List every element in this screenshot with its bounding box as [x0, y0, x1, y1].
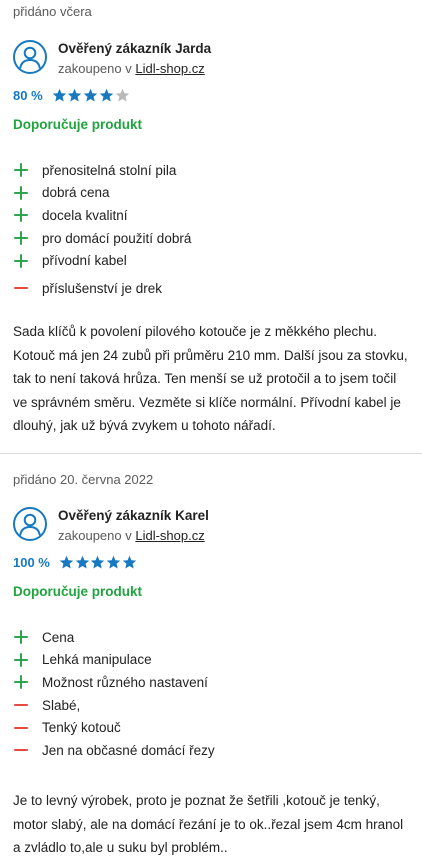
- con-item: Slabé,: [13, 694, 215, 717]
- review-divider: [0, 453, 422, 454]
- user-avatar-icon: [13, 40, 47, 74]
- pros-cons-list: přenositelná stolní pila dobrá cena doce…: [13, 159, 191, 300]
- rating-percent: 100 %: [13, 555, 50, 570]
- pro-item: docela kvalitní: [13, 204, 191, 227]
- star-rating: [52, 88, 131, 103]
- pro-item: pro domácí použití dobrá: [13, 227, 191, 250]
- pro-item: přívodní kabel: [13, 249, 191, 272]
- reviewer-name: Ověřený zákazník Karel: [58, 508, 209, 523]
- recommend-label: Doporučuje produkt: [13, 117, 142, 132]
- con-item: Tenký kotouč: [13, 716, 215, 739]
- con-item: příslušenství je drek: [13, 277, 191, 300]
- star-icon: [68, 88, 82, 102]
- pro-text: pro domácí použití dobrá: [42, 230, 192, 246]
- pro-item: Cena: [13, 626, 215, 649]
- star-icon: [52, 88, 66, 102]
- pro-item: Lehká manipulace: [13, 649, 215, 672]
- reviewer-name: Ověřený zákazník Jarda: [58, 41, 212, 56]
- pro-text: dobrá cena: [42, 185, 110, 201]
- pro-text: přívodní kabel: [42, 253, 127, 269]
- con-text: Tenký kotouč: [42, 720, 121, 736]
- star-icon: [99, 88, 114, 102]
- plus-icon: [13, 253, 29, 269]
- minus-icon: [13, 280, 29, 296]
- purchase-info: zakoupeno v Lidl-shop.cz: [58, 59, 211, 79]
- recommend-label: Doporučuje produkt: [13, 584, 142, 599]
- review-date: přidáno 20. června 2022: [13, 472, 154, 487]
- purchase-prefix: zakoupeno v: [58, 528, 132, 543]
- star-rating: [59, 555, 138, 570]
- star-icon: [122, 555, 137, 569]
- rating: 100 %: [13, 555, 138, 570]
- pro-text: Lehká manipulace: [42, 652, 152, 668]
- pro-text: Možnost různého nastavení: [42, 674, 208, 690]
- star-icon: [84, 88, 98, 102]
- plus-icon: [13, 207, 29, 223]
- pro-text: Cena: [42, 629, 75, 645]
- review-text: Je to levný výrobek, proto je poznat že …: [13, 793, 404, 855]
- pro-item: Možnost různého nastavení: [13, 671, 215, 694]
- plus-icon: [13, 162, 29, 178]
- plus-icon: [13, 652, 29, 668]
- con-text: Jen na občasné domácí řezy: [42, 742, 215, 758]
- shop-link[interactable]: Lidl-shop.cz: [135, 61, 204, 76]
- pro-text: docela kvalitní: [42, 207, 128, 223]
- pro-text: přenositelná stolní pila: [42, 162, 177, 178]
- con-text: Slabé,: [42, 697, 81, 713]
- shop-link[interactable]: Lidl-shop.cz: [135, 528, 204, 543]
- pro-item: přenositelná stolní pila: [13, 159, 191, 182]
- star-icon: [59, 555, 74, 569]
- con-text: příslušenství je drek: [42, 280, 163, 296]
- star-icon: [91, 555, 105, 569]
- review-user: Ověřený zákazník Karel zakoupeno v Lidl-…: [13, 507, 209, 546]
- minus-icon: [13, 742, 29, 758]
- review-date: přidáno včera: [13, 4, 92, 19]
- review-text: Sada klíčů k povolení pilového kotouče j…: [13, 324, 408, 433]
- review-user: Ověřený zákazník Jarda zakoupeno v Lidl-…: [13, 40, 211, 79]
- con-item: Jen na občasné domácí řezy: [13, 739, 215, 762]
- minus-icon: [13, 720, 29, 736]
- rating-percent: 80 %: [13, 88, 43, 103]
- star-icon: [107, 555, 121, 569]
- star-icon: [115, 88, 130, 102]
- purchase-info: zakoupeno v Lidl-shop.cz: [58, 526, 209, 546]
- rating: 80 %: [13, 88, 131, 103]
- pros-cons-list: Cena Lehká manipulace Možnost různého na…: [13, 626, 215, 762]
- purchase-prefix: zakoupeno v: [58, 61, 132, 76]
- plus-icon: [13, 185, 29, 201]
- plus-icon: [13, 230, 29, 246]
- star-icon: [75, 555, 89, 569]
- pro-item: dobrá cena: [13, 182, 191, 205]
- plus-icon: [13, 629, 29, 645]
- user-avatar-icon: [13, 507, 47, 541]
- minus-icon: [13, 697, 29, 713]
- plus-icon: [13, 674, 29, 690]
